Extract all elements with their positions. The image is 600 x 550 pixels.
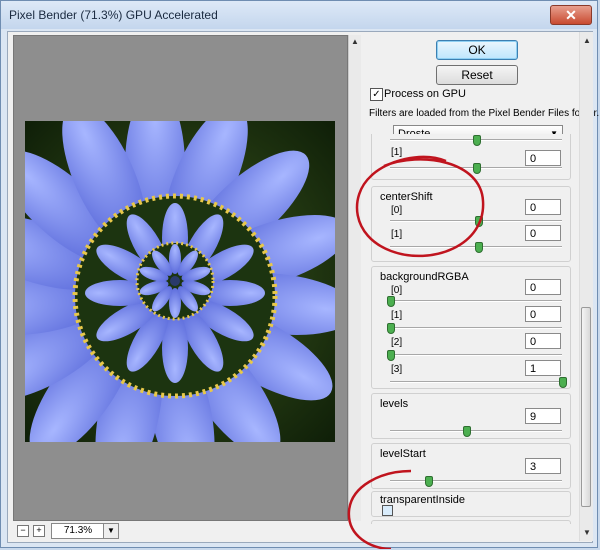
title-bar[interactable]: Pixel Bender (71.3%) GPU Accelerated ✕: [1, 1, 597, 29]
zoom-level-field[interactable]: 71.3%: [51, 523, 105, 539]
backgroundrgba-3-slider[interactable]: [390, 377, 567, 388]
param-group-centershift: centerShift [0] 0 [1] 0: [371, 186, 571, 262]
window-title: Pixel Bender (71.3%) GPU Accelerated: [9, 8, 218, 22]
param-group-levels: levels 9: [371, 393, 571, 439]
levelstart-field[interactable]: 3: [525, 458, 561, 474]
centershift-0-slider[interactable]: [390, 216, 562, 227]
param-group-levelstart: levelStart 3: [371, 443, 571, 489]
slider-track[interactable]: [390, 135, 562, 146]
backgroundrgba-1-field[interactable]: 0: [525, 306, 561, 322]
param-label-levelstart: levelStart: [380, 448, 426, 460]
dialog-window: Pixel Bender (71.3%) GPU Accelerated ✕ ▲…: [0, 0, 599, 549]
param-index-label: [0]: [391, 285, 403, 296]
ok-button[interactable]: OK: [436, 40, 518, 60]
param-index-label: [3]: [391, 364, 403, 375]
slider-thumb[interactable]: [387, 350, 395, 361]
slider-track[interactable]: [390, 163, 562, 174]
param-label-centershift: centerShift: [380, 191, 433, 203]
zoom-in-button[interactable]: +: [33, 525, 45, 537]
preview-scrollbar[interactable]: ▲: [348, 35, 361, 521]
dialog-client: ▲ − + 71.3% ▼ OK Reset ✓ Process on GPU …: [7, 31, 599, 543]
param-group-partial: [1] 0: [371, 134, 571, 180]
preview-area[interactable]: [13, 35, 348, 521]
transparentinside-checkbox[interactable]: [382, 505, 393, 516]
param-label-backgroundrgba: backgroundRGBA: [380, 271, 469, 283]
levelstart-slider[interactable]: [390, 476, 562, 487]
slider-thumb[interactable]: [473, 163, 481, 174]
param-label-transparentoutside: transparentOutside: [380, 523, 474, 524]
centershift-1-slider[interactable]: [390, 242, 562, 253]
close-icon[interactable]: ✕: [565, 7, 577, 23]
backgroundrgba-0-field[interactable]: 0: [525, 279, 561, 295]
param-group-transparentinside: transparentInside: [371, 491, 571, 517]
scroll-up-icon[interactable]: ▲: [583, 36, 591, 45]
parameters-panel: [1] 0 centerShift [0] 0 [1] 0 background…: [364, 134, 579, 524]
backgroundrgba-2-slider[interactable]: [387, 350, 562, 361]
param-index-label: [1]: [391, 147, 403, 158]
checkmark-icon: ✓: [372, 89, 381, 100]
levels-field[interactable]: 9: [525, 408, 561, 424]
param-group-transparentoutside: transparentOutside: [371, 520, 571, 524]
scroll-up-icon[interactable]: ▲: [351, 37, 359, 46]
backgroundrgba-1-slider[interactable]: [387, 323, 562, 334]
process-on-gpu-checkbox[interactable]: ✓: [370, 88, 383, 101]
param-label-levels: levels: [380, 398, 409, 410]
backgroundrgba-0-slider[interactable]: [387, 296, 562, 307]
zoom-dropdown[interactable]: ▼: [103, 523, 119, 539]
zoom-bar: − + 71.3% ▼: [13, 521, 360, 541]
process-on-gpu-label: Process on GPU: [384, 88, 466, 100]
levels-slider[interactable]: [390, 426, 562, 437]
slider-thumb[interactable]: [424, 476, 433, 487]
slider-thumb[interactable]: [473, 135, 481, 146]
param-group-backgroundrgba: backgroundRGBA [0] 0 [1] 0 [2] 0 [3] 1: [371, 266, 571, 389]
param-index-label: [0]: [391, 205, 403, 216]
slider-thumb[interactable]: [462, 426, 471, 437]
param-index-label: [1]: [391, 310, 403, 321]
preview-image: [25, 121, 335, 442]
param-index-label: [1]: [391, 229, 403, 240]
backgroundrgba-2-field[interactable]: 0: [525, 333, 561, 349]
param-value-field[interactable]: 0: [525, 150, 561, 166]
centershift-0-field[interactable]: 0: [525, 199, 561, 215]
zoom-out-button[interactable]: −: [17, 525, 29, 537]
zoom-in-icon: +: [36, 525, 42, 535]
slider-thumb[interactable]: [474, 242, 483, 253]
scrollbar-thumb[interactable]: [581, 307, 591, 507]
parameters-scrollbar[interactable]: ▲ ▼: [579, 32, 593, 541]
slider-thumb[interactable]: [387, 296, 395, 307]
centershift-1-field[interactable]: 0: [525, 225, 561, 241]
chevron-down-icon: ▼: [107, 526, 115, 535]
backgroundrgba-3-field[interactable]: 1: [525, 360, 561, 376]
close-button[interactable]: ✕: [550, 5, 592, 25]
scroll-down-icon[interactable]: ▼: [583, 528, 591, 537]
filters-info-text: Filters are loaded from the Pixel Bender…: [369, 108, 600, 119]
zoom-out-icon: −: [20, 525, 26, 535]
reset-button[interactable]: Reset: [436, 65, 518, 85]
slider-thumb[interactable]: [474, 216, 483, 227]
slider-thumb[interactable]: [559, 377, 567, 388]
slider-thumb[interactable]: [387, 323, 395, 334]
param-index-label: [2]: [391, 337, 403, 348]
